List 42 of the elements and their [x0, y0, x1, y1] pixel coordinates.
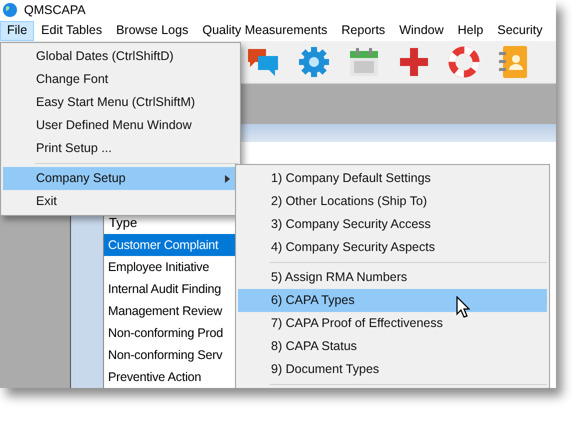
list-item[interactable]: Management Review — [104, 300, 235, 322]
lifebuoy-icon[interactable] — [448, 46, 480, 78]
menu-item[interactable]: 8) CAPA Status — [238, 335, 547, 358]
menu-item[interactable]: 6) CAPA Types — [238, 289, 547, 312]
menu-bar-item[interactable]: Window — [392, 20, 451, 41]
menu-item[interactable]: 4) Company Security Aspects — [238, 236, 547, 259]
menu-item[interactable]: 5) Assign RMA Numbers — [238, 266, 547, 289]
list-item[interactable]: Internal Audit Finding — [104, 278, 235, 300]
menu-item[interactable]: 9) Document Types — [238, 358, 547, 381]
menu-bar-item[interactable]: Reports — [334, 20, 392, 41]
menu-bar-item[interactable]: Help — [450, 20, 490, 41]
menu-item[interactable]: Exit — [3, 190, 238, 213]
list-item[interactable]: Non-conforming Prod — [104, 322, 235, 344]
list-item[interactable]: Employee Initiative — [104, 256, 235, 278]
menu-item[interactable]: 7) CAPA Proof of Effectiveness — [238, 312, 547, 335]
gear-icon[interactable] — [298, 46, 330, 78]
menu-item[interactable]: Change Font — [3, 68, 238, 91]
mouse-pointer-icon — [456, 296, 470, 318]
plus-icon[interactable] — [398, 46, 430, 78]
menu-item[interactable]: 3) Company Security Access — [238, 213, 547, 236]
address-book-icon[interactable] — [498, 45, 528, 80]
menu-bar-item[interactable]: Browse Logs — [109, 20, 196, 41]
calendar-icon[interactable] — [348, 46, 380, 78]
chat-bubbles-icon[interactable] — [246, 46, 280, 78]
menu-item[interactable]: Global Dates (CtrlShiftD) — [3, 45, 238, 68]
menu-bar-item[interactable]: Security — [490, 20, 550, 41]
menu-item[interactable]: User Defined Menu Window — [3, 114, 238, 137]
menu-item[interactable]: 2) Other Locations (Ship To) — [238, 190, 547, 213]
menu-bar-item[interactable]: Edit Tables — [34, 20, 110, 41]
list-item[interactable]: Preventive Action — [104, 366, 235, 388]
column-header: Type — [109, 214, 138, 232]
menu-item[interactable]: Print Setup ... — [3, 137, 238, 160]
list-item[interactable]: Customer Complaint — [104, 234, 235, 256]
window-title: QMSCAPA — [24, 2, 86, 20]
menu-bar-item[interactable]: File — [0, 20, 34, 41]
menu-bar-item[interactable]: Quality Measurements — [195, 20, 334, 41]
list-item[interactable]: Non-conforming Serv — [104, 344, 235, 366]
menu-item[interactable]: Easy Start Menu (CtrlShiftM) — [3, 91, 238, 114]
menu-item[interactable]: Company Setup — [3, 167, 238, 190]
globe-icon — [2, 2, 18, 18]
submenu-arrow-icon — [225, 174, 230, 182]
menu-item[interactable]: 1) Company Default Settings — [238, 167, 547, 190]
